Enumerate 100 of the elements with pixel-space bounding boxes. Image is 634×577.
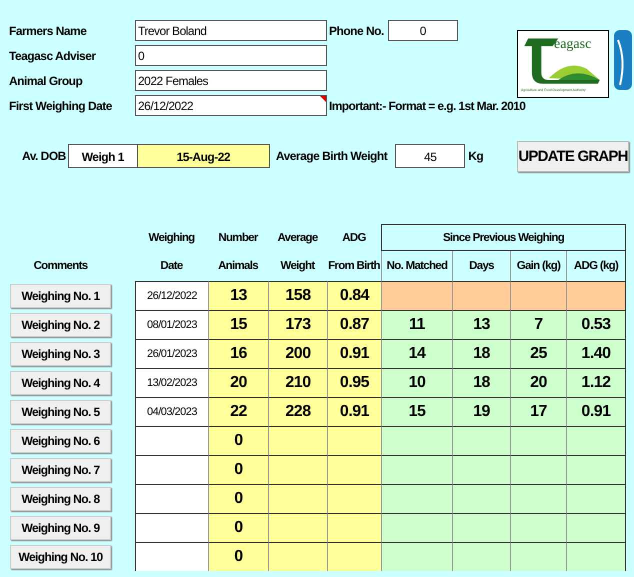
table-cell xyxy=(268,455,327,484)
table-cell xyxy=(510,484,566,513)
column-header: Average xyxy=(276,230,319,246)
field-label: Phone No. xyxy=(329,24,384,38)
table-cell: 26/12/2022 xyxy=(135,281,208,310)
table-cell: 228 xyxy=(268,397,327,426)
table-cell: 7 xyxy=(510,310,566,339)
table-cell: 25 xyxy=(510,339,566,368)
table-cell: 210 xyxy=(268,368,327,397)
table-cell: 13 xyxy=(208,281,268,310)
weighing-button[interactable]: Weighing No. 5 xyxy=(10,400,111,424)
input-field[interactable]: 45 xyxy=(395,144,466,168)
column-header: Comments xyxy=(32,259,89,274)
input-field[interactable]: Trevor Boland xyxy=(135,20,327,41)
column-header: Weight xyxy=(280,259,316,274)
value-cell: 15-Aug-22 xyxy=(138,144,270,168)
table-cell xyxy=(452,426,510,455)
table-cell xyxy=(327,513,381,542)
table-cell: 17 xyxy=(510,397,566,426)
weighing-button[interactable]: Weighing No. 2 xyxy=(10,312,111,336)
table-cell xyxy=(452,542,510,571)
table-cell xyxy=(510,455,566,484)
table-cell: 158 xyxy=(268,281,327,310)
column-header: Weighing xyxy=(148,230,196,246)
table-cell xyxy=(566,426,626,455)
table-cell: 10 xyxy=(381,368,452,397)
table-cell: 26/01/2023 xyxy=(135,339,208,368)
table-cell xyxy=(566,513,626,542)
table-cell: 0.84 xyxy=(327,281,381,310)
input-field[interactable]: 26/12/2022 xyxy=(135,95,327,116)
table-cell: 11 xyxy=(381,310,452,339)
table-cell: 0 xyxy=(208,542,268,571)
table-cell xyxy=(566,281,626,310)
weighing-button[interactable]: Weighing No. 1 xyxy=(10,284,111,308)
table-cell: 1.40 xyxy=(566,339,626,368)
weighing-button[interactable]: Weighing No. 6 xyxy=(10,428,111,452)
table-cell xyxy=(566,455,626,484)
table-cell xyxy=(510,542,566,571)
weighing-button[interactable]: Weighing No. 8 xyxy=(10,486,111,510)
table-cell xyxy=(268,542,327,571)
table-cell xyxy=(452,513,510,542)
table-cell xyxy=(327,542,381,571)
column-header: Date xyxy=(159,259,184,274)
table-cell xyxy=(268,513,327,542)
table-cell: 0.91 xyxy=(327,397,381,426)
table-cell xyxy=(510,426,566,455)
table-cell: 200 xyxy=(268,339,327,368)
table-cell: 0.87 xyxy=(327,310,381,339)
weighing-button[interactable]: Weighing No. 9 xyxy=(10,516,111,540)
table-cell: 0 xyxy=(208,484,268,513)
table-cell: 18 xyxy=(452,368,510,397)
table-cell: 18 xyxy=(452,339,510,368)
table-cell: 22 xyxy=(208,397,268,426)
table-cell: 15 xyxy=(208,310,268,339)
table-cell: 0.91 xyxy=(566,397,626,426)
table-cell xyxy=(566,542,626,571)
table-cell: 04/03/2023 xyxy=(135,397,208,426)
table-cell: 20 xyxy=(208,368,268,397)
input-field[interactable]: 2022 Females xyxy=(135,70,327,91)
logo-wordmark: eagasc xyxy=(554,37,592,53)
table-cell: 0 xyxy=(208,513,268,542)
table-cell xyxy=(452,281,510,310)
field-label: First Weighing Date xyxy=(9,98,113,112)
field-label: Teagasc Adviser xyxy=(9,48,97,62)
table-cell: 173 xyxy=(268,310,327,339)
field-label: Average Birth Weight xyxy=(276,149,388,163)
table-cell: 0 xyxy=(208,426,268,455)
input-field[interactable]: 0 xyxy=(388,20,458,41)
field-label: Farmers Name xyxy=(9,24,88,38)
table-cell: 19 xyxy=(452,397,510,426)
table-cell xyxy=(327,426,381,455)
field-label: Av. DOB xyxy=(22,149,66,163)
column-header: Number xyxy=(217,230,260,246)
column-header: ADG xyxy=(341,230,367,246)
value-cell: Weigh 1 xyxy=(68,144,138,168)
table-cell xyxy=(327,455,381,484)
table-cell xyxy=(452,455,510,484)
weighing-button[interactable]: Weighing No. 10 xyxy=(10,544,111,568)
table-cell xyxy=(510,513,566,542)
weighing-button[interactable]: Weighing No. 3 xyxy=(10,342,111,366)
column-header: From Birth xyxy=(327,259,381,274)
table-cell: 16 xyxy=(208,339,268,368)
table-cell: 0.91 xyxy=(327,339,381,368)
table-cell xyxy=(268,484,327,513)
input-field[interactable]: 0 xyxy=(135,45,327,66)
table-cell: 20 xyxy=(510,368,566,397)
table-cell: 0.95 xyxy=(327,368,381,397)
weighing-button[interactable]: Weighing No. 7 xyxy=(10,458,111,482)
weighing-button[interactable]: Weighing No. 4 xyxy=(10,370,111,394)
hint-text: Important:- Format = e.g. 1st Mar. 2010 xyxy=(328,98,526,112)
update-graph-button[interactable]: UPDATE GRAPH xyxy=(517,140,629,172)
table-cell: 1.12 xyxy=(566,368,626,397)
table-cell: 13/02/2023 xyxy=(135,368,208,397)
table-cell: 13 xyxy=(452,310,510,339)
table-cell xyxy=(510,281,566,310)
column-header: Animals xyxy=(217,259,260,274)
table-cell xyxy=(566,484,626,513)
table-cell: 08/01/2023 xyxy=(135,310,208,339)
table-cell xyxy=(452,484,510,513)
table-cell xyxy=(268,426,327,455)
